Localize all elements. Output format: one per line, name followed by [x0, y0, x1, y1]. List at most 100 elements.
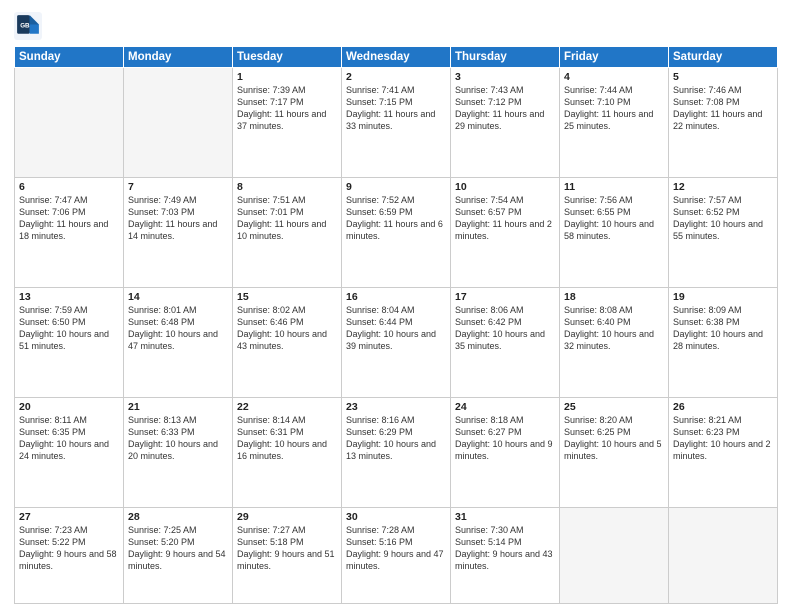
day-info: Sunrise: 7:23 AM Sunset: 5:22 PM Dayligh… — [19, 524, 119, 573]
day-number: 17 — [455, 291, 555, 303]
page: GB SundayMondayTuesdayWednesdayThursdayF… — [0, 0, 792, 612]
day-cell: 2Sunrise: 7:41 AM Sunset: 7:15 PM Daylig… — [342, 68, 451, 178]
day-cell: 14Sunrise: 8:01 AM Sunset: 6:48 PM Dayli… — [124, 287, 233, 397]
day-number: 8 — [237, 181, 337, 193]
day-number: 14 — [128, 291, 228, 303]
day-info: Sunrise: 7:54 AM Sunset: 6:57 PM Dayligh… — [455, 194, 555, 243]
day-cell: 25Sunrise: 8:20 AM Sunset: 6:25 PM Dayli… — [560, 397, 669, 507]
day-cell: 18Sunrise: 8:08 AM Sunset: 6:40 PM Dayli… — [560, 287, 669, 397]
day-info: Sunrise: 8:16 AM Sunset: 6:29 PM Dayligh… — [346, 414, 446, 463]
week-row-1: 1Sunrise: 7:39 AM Sunset: 7:17 PM Daylig… — [15, 68, 778, 178]
day-info: Sunrise: 7:47 AM Sunset: 7:06 PM Dayligh… — [19, 194, 119, 243]
day-cell: 5Sunrise: 7:46 AM Sunset: 7:08 PM Daylig… — [669, 68, 778, 178]
day-info: Sunrise: 7:57 AM Sunset: 6:52 PM Dayligh… — [673, 194, 773, 243]
weekday-header-monday: Monday — [124, 47, 233, 68]
day-cell: 26Sunrise: 8:21 AM Sunset: 6:23 PM Dayli… — [669, 397, 778, 507]
weekday-header-thursday: Thursday — [451, 47, 560, 68]
day-cell — [15, 68, 124, 178]
day-number: 30 — [346, 511, 446, 523]
day-info: Sunrise: 7:56 AM Sunset: 6:55 PM Dayligh… — [564, 194, 664, 243]
day-info: Sunrise: 7:44 AM Sunset: 7:10 PM Dayligh… — [564, 84, 664, 133]
day-info: Sunrise: 8:06 AM Sunset: 6:42 PM Dayligh… — [455, 304, 555, 353]
day-cell: 13Sunrise: 7:59 AM Sunset: 6:50 PM Dayli… — [15, 287, 124, 397]
day-info: Sunrise: 7:27 AM Sunset: 5:18 PM Dayligh… — [237, 524, 337, 573]
day-cell: 6Sunrise: 7:47 AM Sunset: 7:06 PM Daylig… — [15, 177, 124, 287]
day-number: 12 — [673, 181, 773, 193]
day-number: 7 — [128, 181, 228, 193]
calendar-body: 1Sunrise: 7:39 AM Sunset: 7:17 PM Daylig… — [15, 68, 778, 604]
day-cell: 23Sunrise: 8:16 AM Sunset: 6:29 PM Dayli… — [342, 397, 451, 507]
day-info: Sunrise: 7:46 AM Sunset: 7:08 PM Dayligh… — [673, 84, 773, 133]
day-info: Sunrise: 7:59 AM Sunset: 6:50 PM Dayligh… — [19, 304, 119, 353]
day-cell — [124, 68, 233, 178]
day-number: 26 — [673, 401, 773, 413]
day-cell: 3Sunrise: 7:43 AM Sunset: 7:12 PM Daylig… — [451, 68, 560, 178]
day-info: Sunrise: 7:43 AM Sunset: 7:12 PM Dayligh… — [455, 84, 555, 133]
day-cell — [669, 507, 778, 603]
day-cell: 29Sunrise: 7:27 AM Sunset: 5:18 PM Dayli… — [233, 507, 342, 603]
day-info: Sunrise: 8:02 AM Sunset: 6:46 PM Dayligh… — [237, 304, 337, 353]
day-cell: 1Sunrise: 7:39 AM Sunset: 7:17 PM Daylig… — [233, 68, 342, 178]
day-cell — [560, 507, 669, 603]
day-info: Sunrise: 8:14 AM Sunset: 6:31 PM Dayligh… — [237, 414, 337, 463]
day-number: 20 — [19, 401, 119, 413]
day-info: Sunrise: 8:20 AM Sunset: 6:25 PM Dayligh… — [564, 414, 664, 463]
day-info: Sunrise: 8:01 AM Sunset: 6:48 PM Dayligh… — [128, 304, 228, 353]
header: GB — [14, 12, 778, 40]
day-number: 1 — [237, 71, 337, 83]
day-cell: 11Sunrise: 7:56 AM Sunset: 6:55 PM Dayli… — [560, 177, 669, 287]
day-number: 25 — [564, 401, 664, 413]
day-cell: 30Sunrise: 7:28 AM Sunset: 5:16 PM Dayli… — [342, 507, 451, 603]
logo: GB — [14, 12, 44, 40]
day-info: Sunrise: 8:13 AM Sunset: 6:33 PM Dayligh… — [128, 414, 228, 463]
weekday-header-tuesday: Tuesday — [233, 47, 342, 68]
weekday-header-sunday: Sunday — [15, 47, 124, 68]
weekday-header-wednesday: Wednesday — [342, 47, 451, 68]
day-number: 5 — [673, 71, 773, 83]
week-row-3: 13Sunrise: 7:59 AM Sunset: 6:50 PM Dayli… — [15, 287, 778, 397]
day-cell: 31Sunrise: 7:30 AM Sunset: 5:14 PM Dayli… — [451, 507, 560, 603]
day-info: Sunrise: 7:41 AM Sunset: 7:15 PM Dayligh… — [346, 84, 446, 133]
day-number: 29 — [237, 511, 337, 523]
weekday-header-friday: Friday — [560, 47, 669, 68]
day-number: 24 — [455, 401, 555, 413]
day-number: 18 — [564, 291, 664, 303]
day-number: 27 — [19, 511, 119, 523]
day-number: 22 — [237, 401, 337, 413]
week-row-4: 20Sunrise: 8:11 AM Sunset: 6:35 PM Dayli… — [15, 397, 778, 507]
day-cell: 16Sunrise: 8:04 AM Sunset: 6:44 PM Dayli… — [342, 287, 451, 397]
day-number: 3 — [455, 71, 555, 83]
weekday-row: SundayMondayTuesdayWednesdayThursdayFrid… — [15, 47, 778, 68]
calendar-header: SundayMondayTuesdayWednesdayThursdayFrid… — [15, 47, 778, 68]
day-info: Sunrise: 7:30 AM Sunset: 5:14 PM Dayligh… — [455, 524, 555, 573]
day-number: 19 — [673, 291, 773, 303]
day-cell: 19Sunrise: 8:09 AM Sunset: 6:38 PM Dayli… — [669, 287, 778, 397]
day-info: Sunrise: 8:09 AM Sunset: 6:38 PM Dayligh… — [673, 304, 773, 353]
logo-icon: GB — [14, 12, 42, 40]
day-number: 16 — [346, 291, 446, 303]
day-number: 15 — [237, 291, 337, 303]
day-number: 4 — [564, 71, 664, 83]
day-cell: 21Sunrise: 8:13 AM Sunset: 6:33 PM Dayli… — [124, 397, 233, 507]
day-cell: 7Sunrise: 7:49 AM Sunset: 7:03 PM Daylig… — [124, 177, 233, 287]
day-number: 10 — [455, 181, 555, 193]
day-info: Sunrise: 8:08 AM Sunset: 6:40 PM Dayligh… — [564, 304, 664, 353]
day-info: Sunrise: 8:04 AM Sunset: 6:44 PM Dayligh… — [346, 304, 446, 353]
day-info: Sunrise: 7:28 AM Sunset: 5:16 PM Dayligh… — [346, 524, 446, 573]
day-cell: 15Sunrise: 8:02 AM Sunset: 6:46 PM Dayli… — [233, 287, 342, 397]
day-cell: 20Sunrise: 8:11 AM Sunset: 6:35 PM Dayli… — [15, 397, 124, 507]
day-info: Sunrise: 8:21 AM Sunset: 6:23 PM Dayligh… — [673, 414, 773, 463]
calendar-table: SundayMondayTuesdayWednesdayThursdayFrid… — [14, 46, 778, 604]
day-cell: 10Sunrise: 7:54 AM Sunset: 6:57 PM Dayli… — [451, 177, 560, 287]
day-cell: 24Sunrise: 8:18 AM Sunset: 6:27 PM Dayli… — [451, 397, 560, 507]
week-row-2: 6Sunrise: 7:47 AM Sunset: 7:06 PM Daylig… — [15, 177, 778, 287]
day-number: 11 — [564, 181, 664, 193]
day-cell: 12Sunrise: 7:57 AM Sunset: 6:52 PM Dayli… — [669, 177, 778, 287]
day-number: 9 — [346, 181, 446, 193]
day-number: 28 — [128, 511, 228, 523]
week-row-5: 27Sunrise: 7:23 AM Sunset: 5:22 PM Dayli… — [15, 507, 778, 603]
day-number: 21 — [128, 401, 228, 413]
day-info: Sunrise: 7:25 AM Sunset: 5:20 PM Dayligh… — [128, 524, 228, 573]
day-cell: 27Sunrise: 7:23 AM Sunset: 5:22 PM Dayli… — [15, 507, 124, 603]
day-cell: 4Sunrise: 7:44 AM Sunset: 7:10 PM Daylig… — [560, 68, 669, 178]
